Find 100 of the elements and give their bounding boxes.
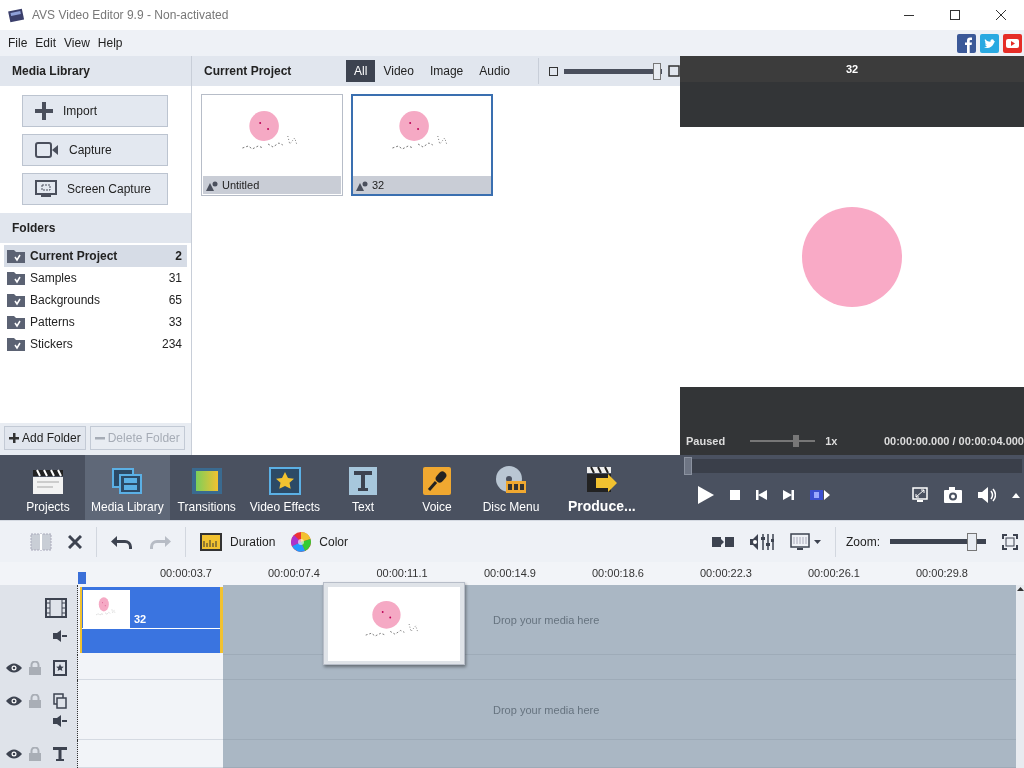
ruler-time: 00:00:22.3 <box>699 566 753 581</box>
ruler-time: 00:00:26.1 <box>807 566 861 581</box>
next-button[interactable] <box>783 490 794 500</box>
folder-item[interactable]: Backgrounds 65 <box>4 289 187 311</box>
menu-item[interactable]: View <box>60 36 94 50</box>
film-stack-icon <box>111 467 144 495</box>
window-title: AVS Video Editor 9.9 - Non-activated <box>32 8 230 22</box>
folder-item[interactable]: Current Project 2 <box>4 245 187 267</box>
filter-tab[interactable]: Image <box>421 60 472 82</box>
social-icon <box>980 33 999 53</box>
color-button[interactable]: Color <box>283 526 357 557</box>
monitor-icon <box>790 532 810 551</box>
track-area[interactable] <box>223 655 1016 680</box>
ruler-film-icon <box>200 532 222 551</box>
scroll-up-icon <box>1016 587 1024 591</box>
panel-header: Folders <box>0 213 191 243</box>
volume-button[interactable] <box>978 487 996 503</box>
caret-down-icon <box>814 539 821 544</box>
previous-button[interactable] <box>756 490 767 500</box>
media-thumbnail[interactable]: Untitled <box>201 94 343 196</box>
track-area[interactable] <box>223 740 1016 768</box>
menu-item[interactable]: File <box>4 36 32 50</box>
filter-tab[interactable]: All <box>346 60 376 82</box>
plus-icon <box>35 102 53 120</box>
social-icon <box>957 33 976 53</box>
folder-icon <box>7 271 25 285</box>
split-icon <box>30 531 52 552</box>
scrollbar[interactable] <box>1016 585 1024 768</box>
mode-tab[interactable]: Produce... <box>562 455 642 520</box>
eye-icon <box>6 749 22 759</box>
folder-item[interactable]: Stickers 234 <box>4 333 187 355</box>
playback-status: Paused <box>686 435 726 447</box>
slider-thumb[interactable] <box>966 532 977 551</box>
camera-icon <box>35 142 59 158</box>
close-icon <box>996 10 1006 20</box>
trim-icon <box>712 535 734 548</box>
caret-up-icon <box>1012 492 1020 498</box>
timeline-clip[interactable]: 32 <box>80 587 223 653</box>
fit-icon <box>1002 533 1018 550</box>
frame-step-button[interactable] <box>810 489 830 501</box>
mode-tab[interactable]: Video Effects <box>243 455 326 520</box>
play-logo-icon <box>1003 33 1022 53</box>
media-name: Untitled <box>222 179 260 191</box>
folder-icon <box>7 337 25 351</box>
image-type-icon <box>206 179 218 191</box>
lock-icon <box>29 694 41 708</box>
lock-icon <box>29 660 41 675</box>
ruler-time: 00:00:11.1 <box>375 566 429 581</box>
screen-icon <box>35 180 57 198</box>
panel-header: Media Library <box>0 56 191 86</box>
stop-icon <box>730 490 740 500</box>
filter-tab[interactable]: Video <box>375 60 422 82</box>
folder-action-button[interactable]: Add Folder <box>4 426 86 450</box>
text-track-icon <box>53 746 67 762</box>
seek-thumb[interactable] <box>684 457 692 475</box>
mode-tab[interactable]: Voice <box>400 455 474 520</box>
frame-step-icon <box>810 489 830 501</box>
small-square-icon <box>549 66 558 76</box>
text-icon <box>349 467 377 495</box>
fullscreen-icon <box>912 487 928 503</box>
menu-item[interactable]: Edit <box>31 36 61 50</box>
mode-tab[interactable]: Projects <box>11 455 85 520</box>
drop-hint: Drop your media here <box>493 613 600 626</box>
ruler-time: 00:00:18.6 <box>591 566 645 581</box>
ruler-time: 00:00:14.9 <box>483 566 537 581</box>
playhead-marker[interactable] <box>78 572 86 584</box>
duration-button[interactable]: Duration <box>192 526 284 557</box>
fullscreen-button[interactable] <box>912 487 928 503</box>
library-button[interactable]: Import <box>22 95 168 127</box>
panel-header: Current Project <box>204 64 293 78</box>
folder-item[interactable]: Patterns 33 <box>4 311 187 333</box>
clapperboard-icon <box>32 467 64 495</box>
mode-tab[interactable]: Media Library <box>85 455 170 520</box>
ruler-time: 00:00:03.7 <box>159 566 213 581</box>
media-name: 32 <box>372 179 385 191</box>
clip-name: 32 <box>134 613 147 627</box>
mode-tab[interactable]: Transitions <box>169 455 244 520</box>
media-thumbnail[interactable]: 32 <box>351 94 493 196</box>
slider-thumb[interactable] <box>792 435 799 447</box>
library-button[interactable]: Capture <box>22 134 168 166</box>
maximize-icon <box>950 10 960 20</box>
eye-icon <box>6 696 22 706</box>
gradient-film-icon <box>190 467 223 495</box>
speed-label: 1x <box>825 435 838 447</box>
star-film-icon <box>268 467 301 495</box>
redo-icon <box>149 533 171 550</box>
folder-icon <box>7 249 25 263</box>
camera-icon <box>944 487 962 503</box>
color-wheel-icon <box>291 531 312 552</box>
folder-item[interactable]: Samples 31 <box>4 267 187 289</box>
slider-thumb[interactable] <box>653 62 662 80</box>
menu-item[interactable]: Help <box>93 36 127 50</box>
mode-tab[interactable]: Text <box>326 455 400 520</box>
filter-tab[interactable]: Audio <box>471 60 518 82</box>
snapshot-button[interactable] <box>944 487 962 503</box>
mode-tab[interactable]: Disc Menu <box>474 455 548 520</box>
library-button[interactable]: Screen Capture <box>22 173 168 205</box>
expand-button[interactable] <box>1012 492 1020 498</box>
play-button[interactable] <box>698 486 714 504</box>
undo-icon <box>111 533 133 550</box>
